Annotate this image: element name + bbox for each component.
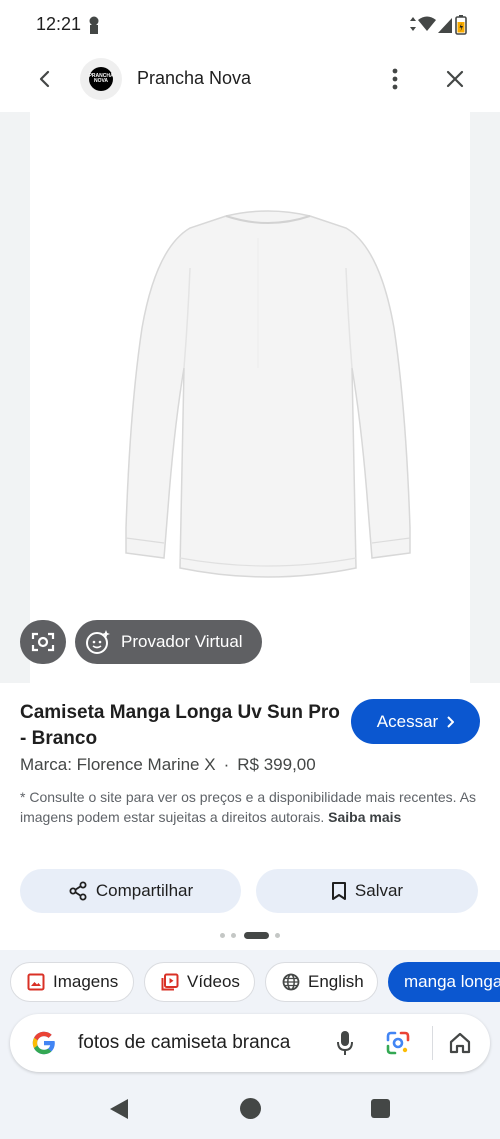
system-navigation-bar xyxy=(0,1078,500,1139)
home-icon xyxy=(449,1032,471,1054)
learn-more-link[interactable]: Saiba mais xyxy=(328,809,401,825)
wifi-icon xyxy=(418,16,436,31)
virtual-tryon-label: Provador Virtual xyxy=(121,632,243,651)
nav-home-icon[interactable] xyxy=(240,1098,261,1119)
back-arrow-icon xyxy=(39,70,50,88)
share-label: Compartilhar xyxy=(95,881,194,900)
lens-icon xyxy=(386,1031,410,1055)
save-button[interactable]: Salvar xyxy=(256,869,478,913)
image-viewer: Provador Virtual xyxy=(0,112,500,683)
tryon-sparkle-face-icon xyxy=(86,630,110,654)
lens-camera-icon xyxy=(31,632,55,652)
battery-icon xyxy=(455,15,467,35)
search-area: fotos de camiseta branca xyxy=(0,1014,500,1078)
chip-videos[interactable]: Vídeos xyxy=(144,962,255,1002)
chip-english[interactable]: English xyxy=(265,962,378,1002)
chip-images-label: Imagens xyxy=(53,972,119,991)
save-label: Salvar xyxy=(354,881,404,900)
search-chips: Imagens Vídeos English manga longa xyxy=(0,950,500,1014)
meta-separator: · xyxy=(223,755,230,774)
status-icons xyxy=(410,15,467,35)
lock-icon xyxy=(89,16,99,34)
chip-images[interactable]: Imagens xyxy=(10,962,134,1002)
pager-dot[interactable] xyxy=(275,933,280,938)
nav-recents-icon[interactable] xyxy=(371,1099,390,1118)
search-image-lens-button[interactable] xyxy=(20,620,66,664)
image-icon xyxy=(27,973,45,991)
voice-search-button[interactable] xyxy=(330,1027,360,1059)
more-options-button[interactable] xyxy=(383,62,407,96)
home-button[interactable] xyxy=(444,1027,476,1059)
chip-query-suggestion[interactable]: manga longa xyxy=(388,962,500,1002)
close-button[interactable] xyxy=(438,62,472,96)
access-button[interactable]: Acessar xyxy=(351,699,480,744)
signal-icon xyxy=(438,18,452,33)
white-long-sleeve-shirt-image xyxy=(125,210,411,578)
status-bar: 12:21 xyxy=(0,0,500,50)
disclaimer: * Consulte o site para ver os preços e a… xyxy=(20,787,480,827)
virtual-tryon-button[interactable]: Provador Virtual xyxy=(75,620,262,664)
video-icon xyxy=(161,973,179,991)
back-button[interactable] xyxy=(28,62,62,96)
pager-dot[interactable] xyxy=(231,933,236,938)
lens-search-button[interactable] xyxy=(382,1027,414,1059)
mic-icon xyxy=(337,1031,353,1055)
site-logo[interactable]: PRANCHA NOVA xyxy=(80,58,122,100)
chip-query-label: manga longa xyxy=(404,972,500,991)
product-meta: Marca: Florence Marine X · R$ 399,00 xyxy=(20,755,316,775)
image-pager xyxy=(220,932,290,940)
product-brand: Marca: Florence Marine X xyxy=(20,755,216,774)
close-icon xyxy=(446,70,464,88)
chip-english-label: English xyxy=(308,972,364,991)
viewer-header: PRANCHA NOVA Prancha Nova xyxy=(0,50,500,112)
status-time: 12:21 xyxy=(36,14,82,34)
pager-dot[interactable] xyxy=(220,933,225,938)
share-button[interactable]: Compartilhar xyxy=(20,869,241,913)
chip-videos-label: Vídeos xyxy=(187,972,240,991)
site-name[interactable]: Prancha Nova xyxy=(137,68,251,89)
product-image[interactable] xyxy=(30,112,470,683)
chevron-right-icon xyxy=(447,715,455,728)
bookmark-icon xyxy=(331,882,346,900)
nav-back-icon[interactable] xyxy=(108,1098,130,1120)
share-icon xyxy=(69,881,87,901)
product-price: R$ 399,00 xyxy=(237,755,316,774)
google-logo-icon xyxy=(32,1031,55,1055)
globe-icon xyxy=(282,973,300,991)
access-label: Acessar xyxy=(376,711,439,731)
more-vert-icon xyxy=(392,68,398,90)
product-title: Camiseta Manga Longa Uv Sun Pro - Branco xyxy=(20,702,340,749)
search-bar[interactable]: fotos de camiseta branca xyxy=(10,1014,490,1072)
site-logo-mark: PRANCHA NOVA xyxy=(89,67,114,91)
pager-dot-active xyxy=(244,932,269,939)
disclaimer-text: * Consulte o site para ver os preços e a… xyxy=(20,789,477,825)
search-divider xyxy=(432,1026,433,1060)
data-arrows-icon xyxy=(410,17,416,31)
search-input[interactable]: fotos de camiseta branca xyxy=(78,1032,318,1054)
